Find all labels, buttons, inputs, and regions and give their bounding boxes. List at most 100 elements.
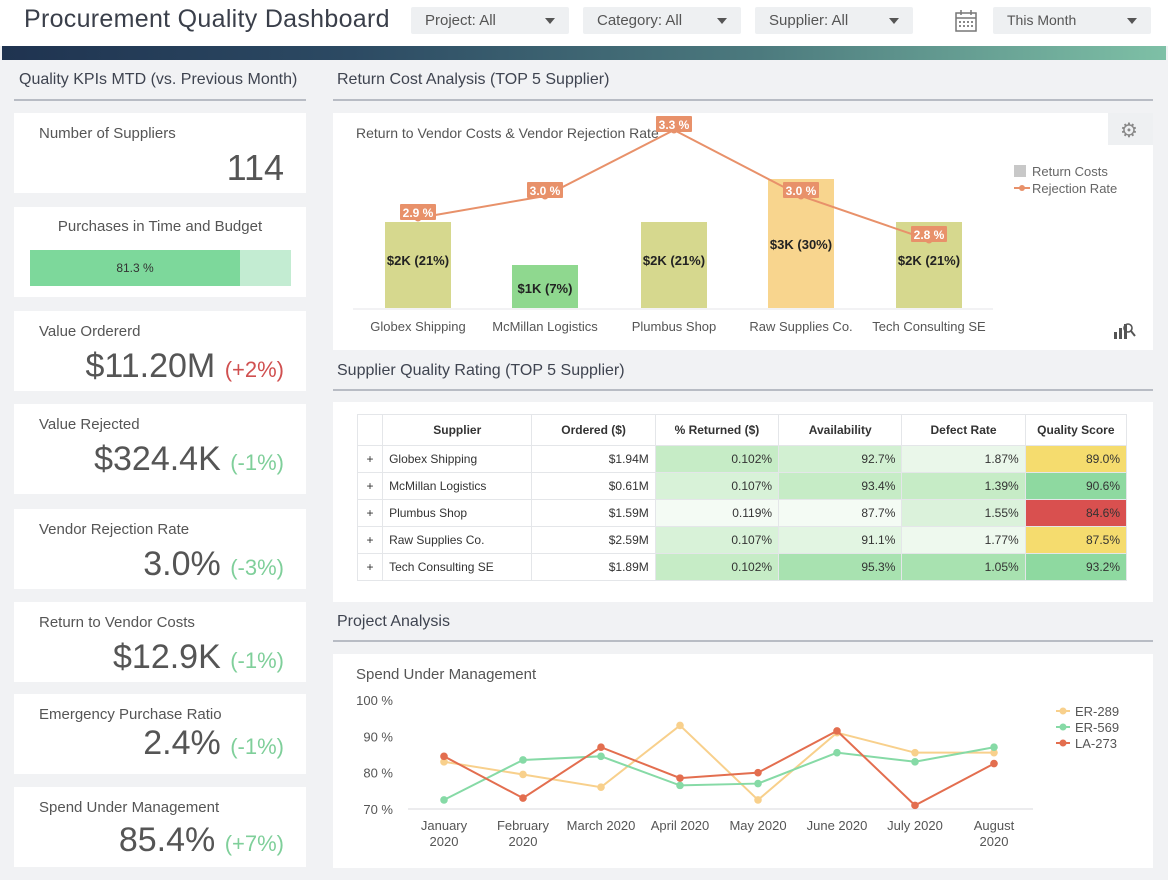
supplier-filter-label: Supplier: All [769,12,849,29]
data-point[interactable] [597,743,605,752]
legend-return-costs: Return Costs [1014,164,1108,179]
kpi-section-title: Quality KPIs MTD (vs. Previous Month) [19,71,298,88]
progress-label: Purchases in Time and Budget [57,218,263,235]
data-point[interactable] [676,721,684,730]
data-point[interactable] [676,774,684,782]
kpi-value: 2.4% (-1%) [143,724,284,762]
kpi-card-emergency-purchase-ratio: Emergency Purchase Ratio 2.4% (-1%) [14,694,306,774]
kpi-card-spend-under-management: Spend Under Management 85.4% (+7%) [14,787,306,867]
rate-data-label: 3.0 % [786,184,817,198]
kpi-value: 85.4% (+7%) [118,821,284,859]
kpi-change: (+2%) [224,357,284,382]
cell-supplier: Raw Supplies Co. [382,526,533,554]
chart-explore-icon[interactable] [1111,317,1137,343]
quality-rating-section-title: Supplier Quality Rating (TOP 5 Supplier) [337,362,625,379]
kpi-card-number-of-suppliers: Number of Suppliers 114 [14,113,306,193]
header-gradient-bar [2,46,1166,60]
kpi-label: Emergency Purchase Ratio [39,706,222,723]
data-point[interactable] [911,801,919,810]
category-filter-label: Category: All [597,12,683,29]
cell-returned: 0.119% [654,499,780,527]
data-point[interactable] [833,748,841,757]
spend-under-management-chart: 100 %90 %80 %70 %January2020February2020… [356,693,1119,849]
divider [14,99,306,101]
settings-button[interactable]: ⚙ [1108,113,1153,145]
x-tick-label: April 2020 [651,818,710,833]
kpi-label: Return to Vendor Costs [39,614,195,631]
data-point[interactable] [440,752,448,761]
gear-icon: ⚙ [1120,120,1138,142]
data-point[interactable] [519,794,527,802]
cell-defect-rate: 1.39% [901,472,1026,500]
column-header[interactable]: Supplier [382,414,533,446]
expand-row-button[interactable]: + [356,553,384,581]
kpi-change: (-1%) [230,734,284,759]
data-point[interactable] [990,759,998,768]
cell-quality-score: 84.6% [1024,499,1128,527]
table-row[interactable]: + Tech Consulting SE $1.89M 0.102% 95.3% 1.05… [356,553,1128,581]
kpi-label: Number of Suppliers [39,125,176,142]
project-filter-dropdown[interactable]: Project: All [411,7,569,34]
category-filter-dropdown[interactable]: Category: All [583,7,741,34]
cell-defect-rate: 1.87% [901,445,1026,473]
table-row[interactable]: + McMillan Logistics $0.61M 0.107% 93.4% 1.39… [356,472,1128,500]
cell-ordered: $1.59M [531,499,656,527]
kpi-change: (-1%) [230,648,284,673]
kpi-value: 3.0% (-3%) [143,545,284,583]
cell-availability: 87.7% [778,499,903,527]
table-row[interactable]: + Plumbus Shop $1.59M 0.119% 87.7% 1.55% 84.6% [356,499,1128,527]
cell-quality-score: 93.2% [1024,553,1128,581]
header-bar: Procurement Quality Dashboard Project: A… [0,0,1168,46]
cell-defect-rate: 1.05% [901,553,1026,581]
data-point[interactable] [597,783,605,791]
column-header[interactable]: Availability [778,414,903,446]
chevron-down-icon [545,18,555,24]
x-tick-label: March 2020 [567,818,636,833]
kpi-change: (+7%) [224,831,284,856]
expand-row-button[interactable]: + [356,526,384,554]
legend-label: LA-273 [1075,736,1117,751]
cell-returned: 0.107% [654,526,780,554]
chevron-down-icon [717,18,727,24]
x-tick-label: August [974,818,1015,833]
rate-data-label: 2.8 % [914,228,945,242]
data-point[interactable] [519,756,527,764]
rate-data-label: 2.9 % [403,206,434,220]
bar-data-label: $2K (21%) [387,253,449,268]
data-point[interactable] [911,757,919,766]
expand-row-button[interactable]: + [356,499,384,527]
data-point[interactable] [754,796,762,804]
cell-quality-score: 87.5% [1024,526,1128,554]
data-point[interactable] [597,752,605,761]
data-point[interactable] [911,748,919,757]
expand-row-button[interactable]: + [356,472,384,500]
calendar-icon[interactable] [953,8,979,34]
data-point[interactable] [833,727,841,735]
kpi-card-value-rejected: Value Rejected $324.4K (-1%) [14,404,306,494]
kpi-value: $324.4K (-1%) [94,440,284,478]
data-point[interactable] [440,796,448,804]
expand-row-button[interactable]: + [356,445,384,473]
column-header[interactable]: Defect Rate [901,414,1026,446]
kpi-label: Vendor Rejection Rate [39,521,190,538]
cell-ordered: $1.89M [531,553,656,581]
data-point[interactable] [990,743,998,752]
y-tick-label: 70 % [363,802,393,817]
table-row[interactable]: + Raw Supplies Co. $2.59M 0.107% 91.1% 1.77% 8… [356,526,1128,554]
cell-defect-rate: 1.77% [901,526,1026,554]
chevron-down-icon [1127,18,1137,24]
column-header[interactable]: % Returned ($) [654,414,780,446]
date-range-dropdown[interactable]: This Month [993,7,1151,34]
data-point[interactable] [676,781,684,790]
data-point[interactable] [754,779,762,788]
table-row[interactable]: + Globex Shipping $1.94M 0.102% 92.7% 1.87% 89… [356,445,1128,473]
data-point[interactable] [754,768,762,777]
cell-ordered: $2.59M [531,526,656,554]
legend-rejection-rate: Rejection Rate [1014,181,1117,196]
supplier-filter-dropdown[interactable]: Supplier: All [755,7,913,34]
column-header[interactable]: Ordered ($) [531,414,656,446]
kpi-label: Value Ordererd [39,323,141,340]
column-header[interactable]: Quality Score [1024,414,1128,446]
cell-returned: 0.102% [654,553,780,581]
data-point[interactable] [519,770,527,779]
